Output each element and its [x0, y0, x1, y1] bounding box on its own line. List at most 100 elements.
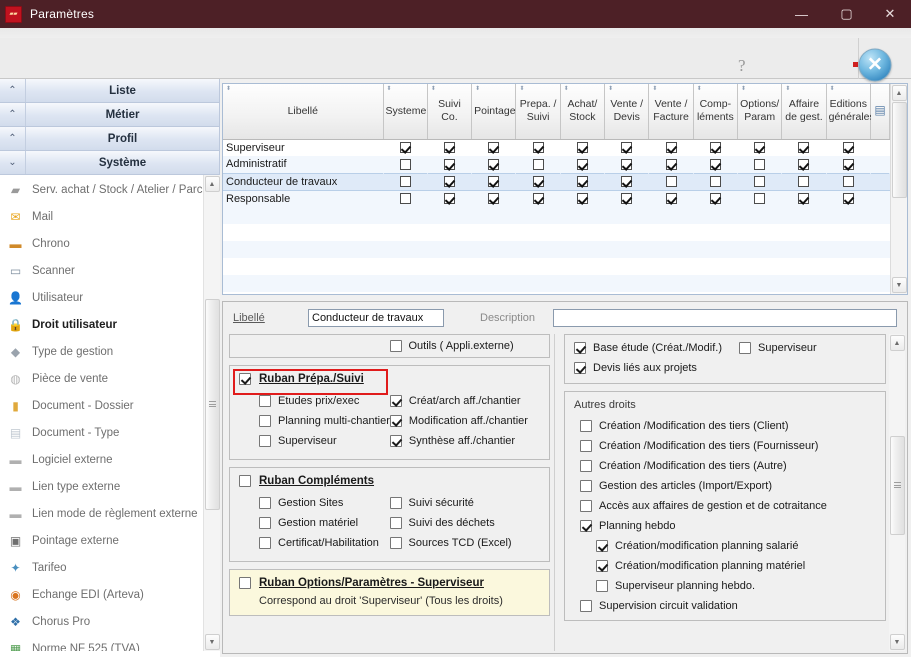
checkbox-icon[interactable] [259, 435, 271, 447]
permission-cell[interactable] [737, 156, 782, 173]
permission-checkbox-icon[interactable] [754, 142, 766, 154]
permission-cell[interactable] [737, 172, 782, 191]
column-header-11[interactable]: ⬍ Editions générales [826, 84, 875, 140]
sidebar-item-9[interactable]: ▤ Document - Type [0, 419, 203, 446]
permission-checkbox-icon[interactable] [443, 158, 455, 170]
permission-checkbox-icon[interactable] [665, 193, 677, 205]
checkbox-row[interactable]: Créat/arch aff./chantier [389, 391, 540, 411]
checkbox-row[interactable]: Création/modification planning matériel [574, 556, 876, 576]
checkbox-icon[interactable] [389, 497, 402, 509]
permission-cell[interactable] [693, 190, 738, 207]
permission-cell[interactable] [826, 190, 871, 207]
libelle-input[interactable] [308, 309, 444, 327]
column-chooser-icon[interactable]: ▤ [870, 84, 890, 140]
permission-cell[interactable] [738, 139, 782, 156]
permission-checkbox-icon[interactable] [842, 176, 854, 188]
checkbox-icon[interactable] [596, 580, 608, 592]
permission-checkbox-icon[interactable] [842, 158, 854, 170]
table-row[interactable]: Administratif [223, 156, 890, 173]
checkbox-icon[interactable] [580, 440, 592, 452]
permission-cell[interactable] [826, 172, 871, 191]
permission-cell[interactable] [383, 156, 428, 173]
sidebar-item-10[interactable]: ▬ Logiciel externe [0, 446, 203, 473]
sidebar-item-16[interactable]: ❖ Chorus Pro [0, 608, 203, 635]
permission-checkbox-icon[interactable] [532, 176, 544, 188]
checkbox-row[interactable]: Outils ( Appli.externe) [389, 336, 541, 356]
permission-cell[interactable] [649, 139, 693, 156]
permission-checkbox-icon[interactable] [621, 176, 633, 188]
checkbox-icon[interactable] [389, 517, 402, 529]
checkbox-row[interactable]: Création /Modification des tiers (Fourni… [574, 436, 876, 456]
sidebar-item-8[interactable]: ▮ Document - Dossier [0, 392, 203, 419]
permission-cell[interactable] [383, 190, 428, 207]
checkbox-row[interactable]: Modification aff./chantier [389, 411, 540, 431]
permission-cell[interactable] [826, 156, 871, 173]
column-header-1[interactable]: ⬍ Systeme [383, 84, 428, 140]
permission-cell[interactable] [471, 172, 516, 191]
sidebar-item-12[interactable]: ▬ Lien mode de règlement externe [0, 500, 203, 527]
permission-cell[interactable] [560, 139, 604, 156]
permission-cell[interactable] [693, 172, 738, 191]
right-pane-scrollbar[interactable]: ▲ ▼ [889, 334, 905, 651]
sidebar-item-4[interactable]: 👤 Utilisateur [0, 284, 203, 311]
permission-cell[interactable] [560, 190, 605, 207]
scroll-down-icon[interactable]: ▼ [889, 634, 905, 650]
checkbox-icon[interactable] [259, 517, 271, 529]
checkbox-icon[interactable] [259, 395, 271, 407]
sidebar-section-metier[interactable]: ⌃ Métier [0, 103, 220, 127]
scrollbar-track[interactable] [204, 193, 220, 633]
minimize-button[interactable]: — [779, 0, 824, 28]
checkbox-icon[interactable] [739, 342, 752, 354]
checkbox-icon[interactable] [580, 480, 592, 492]
sidebar-item-3[interactable]: ▭ Scanner [0, 257, 203, 284]
permission-checkbox-icon[interactable] [709, 193, 721, 205]
sidebar-item-2[interactable]: ▬ Chrono [0, 230, 203, 257]
checkbox-row[interactable]: Etudes prix/exec [239, 391, 390, 411]
checkbox-row[interactable]: Planning multi-chantier [239, 411, 390, 431]
checkbox-row[interactable]: Base étude (Créat./Modif.) Superviseur [574, 338, 876, 358]
column-header-6[interactable]: ⬍ Vente / Devis [604, 84, 650, 140]
permission-cell[interactable] [737, 190, 782, 207]
permission-cell[interactable] [826, 139, 870, 156]
sidebar-item-5[interactable]: 🔒 Droit utilisateur [0, 311, 203, 338]
close-button[interactable]: ✕ [869, 0, 911, 28]
checkbox-icon[interactable] [259, 537, 271, 549]
column-header-10[interactable]: ⬍ Affaire de gest. [781, 84, 827, 140]
permission-cell[interactable] [648, 156, 694, 173]
permission-cell[interactable] [693, 139, 737, 156]
permission-checkbox-icon[interactable] [665, 176, 677, 188]
permission-cell[interactable] [515, 156, 561, 173]
column-header-0[interactable]: ⬍ Libellé [223, 84, 384, 140]
permission-checkbox-icon[interactable] [754, 176, 766, 188]
scrollbar-track[interactable] [889, 352, 905, 633]
permission-checkbox-icon[interactable] [621, 158, 633, 170]
permission-checkbox-icon[interactable] [576, 176, 588, 188]
permission-cell[interactable] [516, 139, 560, 156]
permission-cell[interactable] [427, 172, 472, 191]
sidebar-item-13[interactable]: ▣ Pointage externe [0, 527, 203, 554]
permission-checkbox-icon[interactable] [532, 142, 544, 154]
permission-checkbox-icon[interactable] [399, 158, 411, 170]
checkbox-icon[interactable] [580, 520, 592, 532]
permission-cell[interactable] [604, 190, 649, 207]
permission-checkbox-icon[interactable] [576, 193, 588, 205]
checkbox-icon[interactable] [259, 497, 271, 509]
table-row[interactable]: Responsable [223, 190, 890, 207]
checkbox-icon[interactable] [574, 362, 586, 374]
checkbox-row[interactable]: Gestion Sites [239, 493, 390, 513]
permission-checkbox-icon[interactable] [532, 193, 544, 205]
permission-checkbox-icon[interactable] [576, 142, 588, 154]
permission-checkbox-icon[interactable] [842, 193, 854, 205]
checkbox-row[interactable]: Synthèse aff./chantier [389, 431, 540, 451]
permission-checkbox-icon[interactable] [798, 176, 810, 188]
column-header-8[interactable]: ⬍ Comp-léments [693, 84, 739, 140]
permission-cell[interactable] [560, 156, 605, 173]
group-checkbox-icon[interactable] [239, 475, 251, 487]
permission-checkbox-icon[interactable] [798, 193, 810, 205]
permission-checkbox-icon[interactable] [488, 158, 500, 170]
sidebar-item-6[interactable]: ◆ Type de gestion [0, 338, 203, 365]
scroll-up-icon[interactable]: ▲ [204, 176, 220, 192]
checkbox-row[interactable]: Certificat/Habilitation [239, 533, 390, 553]
group-title-row[interactable]: Ruban Compléments [239, 475, 540, 487]
permission-cell[interactable] [781, 156, 827, 173]
